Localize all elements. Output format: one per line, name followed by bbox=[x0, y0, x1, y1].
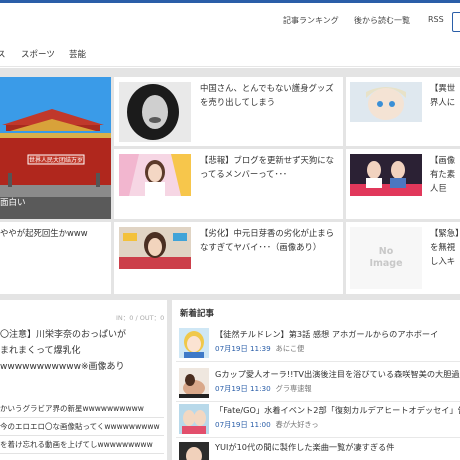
new-article-date: 07月19日 11:00 bbox=[215, 420, 271, 429]
new-article-meta: 07月19日 11:30 グラ専速報 bbox=[215, 384, 312, 394]
new-article-item[interactable]: 【徒然チルドレン】第3話 感想 アホガールからのアホボーイ 07月19日 11:… bbox=[176, 322, 460, 362]
article-card-title: ややが起死回生かwww bbox=[0, 228, 88, 238]
featured-panel: IN：0 / OUT：0 〇注意】川栄李奈のおっぱいが まれまくって爆乳化 ww… bbox=[0, 300, 167, 460]
featured-title-line[interactable]: まれまくって爆乳化 bbox=[0, 343, 81, 359]
new-article-item[interactable]: 「Fate/GO」水着イベント2部「復刻カルデアヒートオデッセイ」告知以 07月… bbox=[176, 398, 460, 438]
category-tab-entertainment[interactable]: 芸能 bbox=[69, 48, 86, 60]
new-article-item[interactable]: Gカップ愛人オーラ!!TV出演後注目を浴びている森咲智美の大胆過 07月19日 … bbox=[176, 362, 460, 402]
in-out-counter: IN：0 / OUT：0 bbox=[116, 314, 165, 322]
new-article-title: 「Fate/GO」水着イベント2部「復刻カルデアヒートオデッセイ」告知以 bbox=[215, 405, 460, 415]
new-article-meta: 07月19日 11:39 あにこ便 bbox=[215, 344, 304, 354]
featured-link-label: 今のエロエロ〇な画像貼ってくwwwwwwwww bbox=[0, 422, 160, 431]
new-article-thumbnail bbox=[179, 404, 209, 434]
featured-title-line[interactable]: 〇注意】川栄李奈のおっぱいが bbox=[0, 327, 126, 343]
new-article-date: 07月19日 11:39 bbox=[215, 344, 271, 353]
read-later-link[interactable]: 後から読む一覧 bbox=[354, 15, 410, 26]
no-image-line2: Image bbox=[369, 258, 403, 269]
article-card[interactable]: 【劣化】中元日芽香の劣化が止まらなすぎてヤバイ･･･（画像あり） bbox=[114, 222, 343, 294]
article-card-title: 【劣化】中元日芽香の劣化が止まらなすぎてヤバイ･･･（画像あり） bbox=[200, 228, 334, 252]
no-image-placeholder: No Image bbox=[350, 227, 422, 289]
article-card-title: 【異世界人には bbox=[430, 83, 456, 107]
new-article-source[interactable]: グラ専速報 bbox=[276, 384, 312, 393]
site-header: 記事ランキング 後から読む一覧 RSS bbox=[0, 3, 460, 37]
new-article-item[interactable]: YUIが10代の間に製作した楽曲一覧が凄すぎる件 bbox=[176, 438, 460, 460]
featured-title-line[interactable]: wwwwwwwwwww※画像あり bbox=[0, 359, 125, 375]
article-thumbnail bbox=[350, 154, 422, 196]
featured-link[interactable]: かいうグラビア界の新星wwwwwwwwww bbox=[0, 401, 164, 418]
article-thumbnail bbox=[350, 82, 422, 122]
article-card[interactable]: 中国さん、とんでもない護身グッズを売り出してしまう bbox=[114, 77, 343, 146]
new-articles-heading: 新着記事 bbox=[180, 309, 215, 319]
article-card[interactable]: 【画像有た素人巨JKwwwwwwww bbox=[346, 149, 460, 219]
new-article-title: Gカップ愛人オーラ!!TV出演後注目を浴びている森咲智美の大胆過 bbox=[215, 369, 460, 379]
article-thumbnail bbox=[119, 154, 191, 196]
new-article-source[interactable]: あにこ便 bbox=[276, 344, 305, 353]
category-nav: ス スポーツ 芸能 bbox=[0, 37, 460, 67]
featured-link[interactable]: を着け忘れる動画を上げてしwwwwwwwww bbox=[0, 437, 164, 454]
article-card-large-title: 面白い bbox=[0, 198, 26, 208]
new-article-source[interactable]: 春が大好きっ bbox=[276, 420, 319, 429]
rss-link[interactable]: RSS bbox=[428, 15, 444, 24]
article-card[interactable]: ややが起死回生かwww bbox=[0, 222, 111, 294]
article-thumbnail bbox=[119, 227, 191, 269]
category-tab-sports[interactable]: スポーツ bbox=[21, 48, 55, 60]
ranking-link[interactable]: 記事ランキング bbox=[283, 15, 339, 26]
new-article-title: YUIが10代の間に製作した楽曲一覧が凄すぎる件 bbox=[215, 442, 395, 452]
article-card[interactable]: No Image 【緊急】を無視し入キター bbox=[346, 222, 460, 294]
article-card-title: 中国さん、とんでもない護身グッズを売り出してしまう bbox=[200, 83, 334, 107]
article-card-title: 【画像有た素人巨JKwwwwwwww bbox=[430, 155, 456, 193]
new-article-meta: 07月19日 11:00 春が大好きっ bbox=[215, 420, 319, 430]
new-article-thumbnail bbox=[179, 368, 209, 398]
featured-link-label: かいうグラビア界の新星wwwwwwwwww bbox=[0, 404, 144, 413]
header-menu-button[interactable] bbox=[452, 12, 460, 32]
new-article-date: 07月19日 11:30 bbox=[215, 384, 271, 393]
category-tab-cut[interactable]: ス bbox=[0, 48, 6, 60]
article-thumbnail bbox=[119, 82, 191, 142]
article-card-title: 【悲報】ブログを更新せず天狗になってるメンバーって･･･ bbox=[200, 155, 334, 179]
article-card[interactable]: 【悲報】ブログを更新せず天狗になってるメンバーって･･･ bbox=[114, 149, 343, 219]
new-article-thumbnail bbox=[179, 442, 209, 460]
no-image-line1: No bbox=[378, 246, 394, 257]
featured-link[interactable]: 今のエロエロ〇な画像貼ってくwwwwwwwww bbox=[0, 419, 164, 436]
new-article-title: 【徒然チルドレン】第3話 感想 アホガールからのアホボーイ bbox=[215, 329, 439, 339]
article-card-title: 【緊急】を無視し入キター bbox=[430, 228, 460, 266]
article-card[interactable]: 【異世界人には bbox=[346, 77, 460, 146]
new-article-thumbnail bbox=[179, 328, 209, 358]
flag-banner-text: 世界人民大团结万岁 bbox=[29, 156, 83, 164]
featured-link-label: を着け忘れる動画を上げてしwwwwwwwww bbox=[0, 440, 153, 449]
article-card-large[interactable]: 世界人民大团结万岁 面白い bbox=[0, 77, 111, 219]
